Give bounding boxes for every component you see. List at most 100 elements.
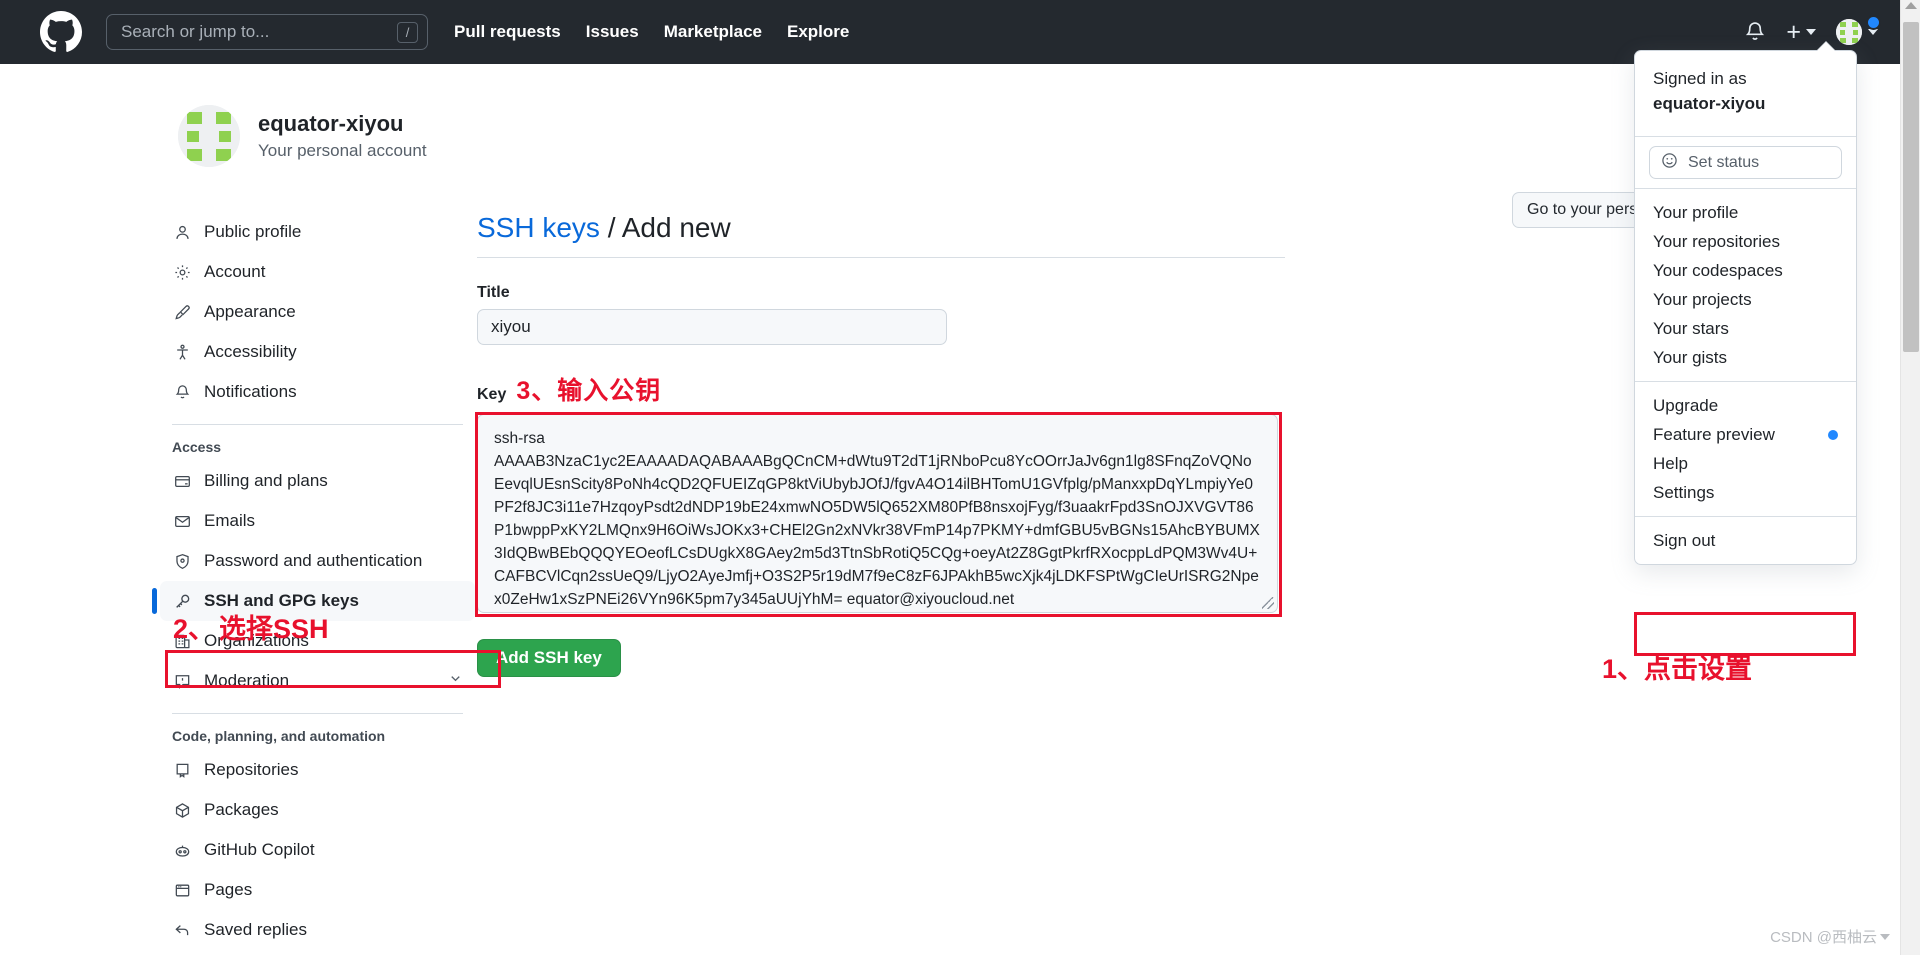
sidebar-item-emails[interactable]: Emails <box>160 501 475 541</box>
key-field-label: Key <box>477 386 507 403</box>
dropdown-item-upgrade[interactable]: Upgrade <box>1635 391 1856 420</box>
bell-icon <box>172 382 192 402</box>
shield-lock-icon <box>172 551 192 571</box>
dropdown-item-help[interactable]: Help <box>1635 449 1856 478</box>
watermark: CSDN @西柚云 <box>1770 926 1890 947</box>
person-icon <box>172 222 192 242</box>
sidebar-item-accessibility[interactable]: Accessibility <box>160 332 475 372</box>
page-title: SSH keys / Add new <box>477 212 1287 257</box>
scrollbar-up-arrow-icon[interactable] <box>1905 2 1917 9</box>
key-input-wrapper: ssh-rsa AAAAB3NzaC1yc2EAAAADAQABAAABgQCn… <box>475 412 1287 617</box>
sidebar-item-pages[interactable]: Pages <box>160 870 475 910</box>
dropdown-caret <box>1817 42 1835 51</box>
watermark-text: CSDN @西柚云 <box>1770 929 1877 946</box>
nav-issues[interactable]: Issues <box>586 22 639 42</box>
plus-icon: + <box>1786 17 1801 46</box>
sidebar-item-billing-and-plans[interactable]: Billing and plans <box>160 461 475 501</box>
avatar <box>1836 19 1862 45</box>
credit-card-icon <box>172 471 192 491</box>
signed-in-label: Signed in as <box>1653 69 1747 88</box>
mail-icon <box>172 511 192 531</box>
sidebar-item-label: Account <box>204 262 266 281</box>
create-new-button[interactable]: + <box>1786 17 1816 46</box>
title-divider <box>477 257 1285 258</box>
reply-icon <box>172 920 192 940</box>
dropdown-section-links: Your profile Your repositories Your code… <box>1635 188 1856 381</box>
annotation-step-3: 3、输入公钥 <box>516 377 662 405</box>
sidebar-item-packages[interactable]: Packages <box>160 790 475 830</box>
sidebar-item-label: Accessibility <box>204 342 297 361</box>
paintbrush-icon <box>172 302 192 322</box>
annotation-step-2: 2、 选择SSH <box>173 607 329 646</box>
sidebar-item-saved-replies[interactable]: Saved replies <box>160 910 475 950</box>
accessibility-icon <box>172 342 192 362</box>
title-field-label: Title <box>477 284 510 301</box>
dropdown-item-your-profile[interactable]: Your profile <box>1635 198 1856 227</box>
nav-explore[interactable]: Explore <box>787 22 849 42</box>
search-placeholder: Search or jump to... <box>121 22 270 41</box>
sidebar-item-label: Moderation <box>204 671 290 690</box>
dropdown-item-sign-out[interactable]: Sign out <box>1635 526 1856 555</box>
sidebar-item-public-profile[interactable]: Public profile <box>160 212 475 252</box>
user-dropdown-menu: Signed in as equator-xiyou Set status Yo… <box>1634 42 1857 566</box>
breadcrumb-separator: / <box>599 212 622 243</box>
account-header: equator-xiyou Your personal account <box>178 105 427 167</box>
key-value-body: AAAAB3NzaC1yc2EAAAADAQABAAABgQCnCM+dWtu9… <box>494 453 1260 608</box>
dropdown-item-your-repositories[interactable]: Your repositories <box>1635 227 1856 256</box>
sidebar-item-label: Notifications <box>204 382 297 401</box>
smiley-icon <box>1661 152 1678 174</box>
dropdown-section-status: Set status <box>1635 136 1856 188</box>
dropdown-item-your-stars[interactable]: Your stars <box>1635 314 1856 343</box>
resize-handle[interactable] <box>1262 597 1274 609</box>
sidebar-item-notifications[interactable]: Notifications <box>160 372 475 412</box>
dropdown-item-settings[interactable]: Settings <box>1635 478 1856 507</box>
avatar[interactable] <box>178 105 240 167</box>
sidebar-item-label: Public profile <box>204 222 302 241</box>
status-indicator-dot <box>1866 15 1881 30</box>
breadcrumb-ssh-keys-link[interactable]: SSH keys <box>477 212 600 243</box>
set-status-button[interactable]: Set status <box>1649 146 1842 180</box>
dropdown-item-feature-preview[interactable]: Feature preview <box>1635 420 1856 449</box>
nav-pull-requests[interactable]: Pull requests <box>454 22 561 42</box>
page-scrollbar[interactable] <box>1900 0 1920 955</box>
repo-icon <box>172 760 192 780</box>
signed-in-username: equator-xiyou <box>1653 93 1766 113</box>
sidebar-item-label: Billing and plans <box>204 471 328 490</box>
github-mark-icon[interactable] <box>40 11 82 53</box>
sidebar-item-label: Repositories <box>204 760 299 779</box>
sidebar-item-account[interactable]: Account <box>160 252 475 292</box>
sidebar-item-label: Appearance <box>204 302 296 321</box>
watermark-caret-icon <box>1880 933 1890 940</box>
title-input-value: xiyou <box>491 317 531 336</box>
scrollbar-thumb[interactable] <box>1903 22 1919 352</box>
package-icon <box>172 800 192 820</box>
sidebar-item-label: Saved replies <box>204 920 308 939</box>
add-ssh-key-button[interactable]: Add SSH key <box>477 639 621 677</box>
settings-sidebar: Public profile Account Appearance Access… <box>152 212 475 950</box>
title-input[interactable]: xiyou <box>477 309 947 345</box>
sidebar-item-repositories[interactable]: Repositories <box>160 750 475 790</box>
sidebar-item-label: Pages <box>204 880 253 899</box>
dropdown-item-your-codespaces[interactable]: Your codespaces <box>1635 256 1856 285</box>
annotation-step-1: 1、点击设置 <box>1602 654 1753 684</box>
bell-icon[interactable] <box>1744 21 1766 43</box>
dropdown-section-settings: Upgrade Feature preview Help Settings <box>1635 381 1856 516</box>
nav-marketplace[interactable]: Marketplace <box>664 22 762 42</box>
sidebar-item-password-and-authentication[interactable]: Password and authentication <box>160 541 475 581</box>
annotation-step-2-text: 选择SSH <box>219 614 329 644</box>
dropdown-section-identity: Signed in as equator-xiyou <box>1635 51 1856 136</box>
dropdown-item-your-gists[interactable]: Your gists <box>1635 343 1856 372</box>
sidebar-item-appearance[interactable]: Appearance <box>160 292 475 332</box>
dropdown-item-label: Feature preview <box>1653 424 1775 444</box>
search-input[interactable]: Search or jump to... / <box>106 14 428 50</box>
signed-in-block: Signed in as equator-xiyou <box>1635 60 1856 127</box>
page-body: equator-xiyou Your personal account Go t… <box>0 64 1900 955</box>
user-menu-button[interactable] <box>1836 15 1881 45</box>
set-status-label: Set status <box>1688 153 1760 171</box>
sidebar-item-github-copilot[interactable]: GitHub Copilot <box>160 830 475 870</box>
key-textarea[interactable]: ssh-rsa AAAAB3NzaC1yc2EAAAADAQABAAABgQCn… <box>477 414 1278 613</box>
sidebar-item-moderation[interactable]: Moderation <box>160 661 475 701</box>
dropdown-item-your-projects[interactable]: Your projects <box>1635 285 1856 314</box>
main-content: SSH keys / Add new Title xiyou Key 3、输入公… <box>475 212 1287 677</box>
sidebar-item-label: Emails <box>204 511 256 530</box>
